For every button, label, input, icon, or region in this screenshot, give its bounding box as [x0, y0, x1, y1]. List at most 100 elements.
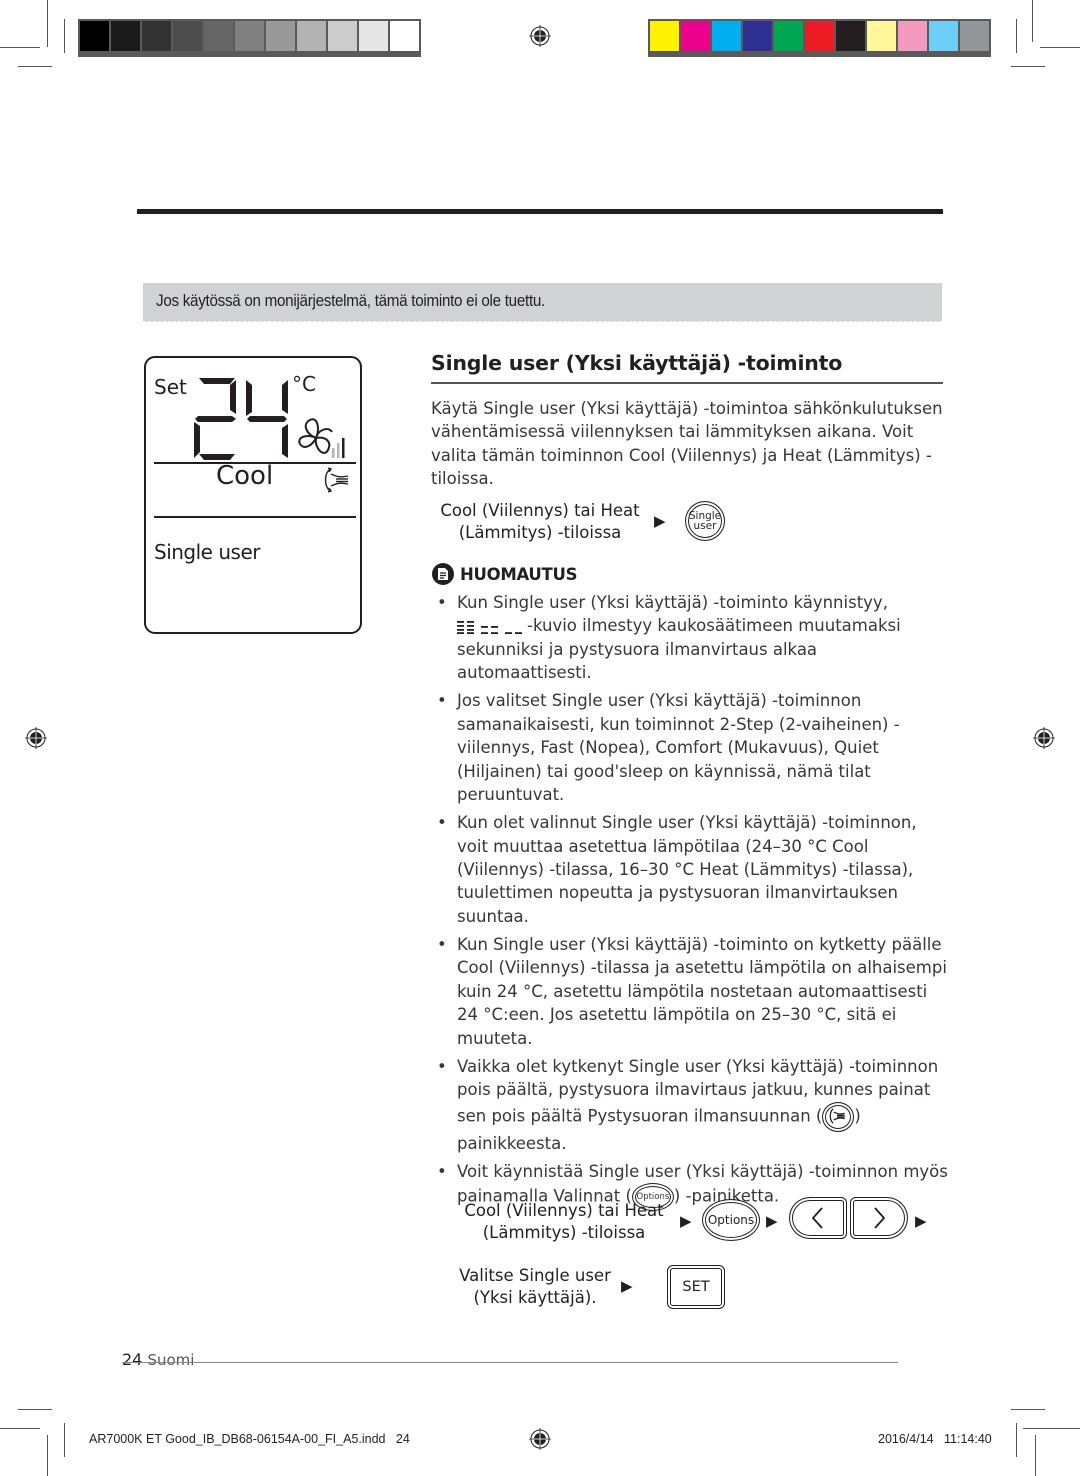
left-arrow-button[interactable] — [789, 1197, 847, 1239]
crop-mark — [18, 66, 52, 67]
set-button[interactable]: SET — [667, 1265, 725, 1309]
single-user-button[interactable]: Single user — [685, 501, 725, 541]
step-3-instruction: Valitse Single user (Yksi käyttäjä). — [440, 1265, 630, 1309]
step-2-line-1: Cool (Viilennys) tai Heat — [464, 1201, 664, 1220]
crop-mark — [1011, 66, 1045, 67]
vertical-airflow-icon — [829, 1108, 846, 1124]
grayscale-swatch — [235, 21, 264, 51]
note-item: Kun Single user (Yksi käyttäjä) -toimint… — [431, 933, 951, 1050]
chevron-right-icon — [874, 1207, 886, 1229]
options-button-label: Options — [707, 1213, 755, 1227]
crop-mark — [1011, 1409, 1045, 1410]
step-2-line-2: (Lämmitys) -tiloissa — [482, 1223, 646, 1242]
lcd-temperature-digits: 24 — [194, 378, 288, 460]
step-1-instruction: Cool (Viilennys) tai Heat (Lämmitys) -ti… — [436, 500, 644, 544]
vertical-airflow-button[interactable] — [822, 1101, 855, 1132]
arrow-right-icon: ▶ — [654, 512, 666, 530]
grayscale-swatch — [359, 21, 388, 51]
color-swatch — [774, 21, 803, 51]
color-swatch — [929, 21, 958, 51]
lcd-function-label: Single user — [154, 540, 260, 564]
crop-mark — [47, 0, 48, 47]
title-underline — [431, 382, 943, 384]
chevron-left-icon — [811, 1207, 823, 1229]
step-3-line-1: Valitse Single user — [459, 1266, 611, 1285]
color-swatch — [960, 21, 989, 51]
footer-rule — [122, 1362, 898, 1363]
crop-mark — [1016, 19, 1017, 53]
arrow-right-icon: ▶ — [766, 1212, 778, 1230]
note-heading: HUOMAUTUS — [432, 563, 577, 585]
set-button-label: SET — [682, 1279, 710, 1295]
remote-lcd-display: Set 24 °C Cool — [144, 356, 362, 634]
color-swatch — [867, 21, 896, 51]
single-user-button-line-2: user — [693, 520, 717, 532]
note-document-icon — [432, 563, 454, 585]
arrow-right-icon: ▶ — [915, 1212, 927, 1230]
grayscale-swatch — [80, 21, 109, 51]
registration-mark-icon — [25, 727, 47, 749]
intro-paragraph: Käytä Single user (Yksi käyttäjä) -toimi… — [431, 399, 943, 489]
crop-mark — [0, 1428, 40, 1429]
page-footer: 24 Suomi — [122, 1350, 194, 1369]
file-slug: AR7000K ET Good_IB_DB68-06154A-00_FI_A5.… — [89, 1432, 410, 1446]
note-heading-label: HUOMAUTUS — [460, 564, 578, 584]
color-swatch — [743, 21, 772, 51]
grayscale-swatch — [173, 21, 202, 51]
step-2-instruction: Cool (Viilennys) tai Heat (Lämmitys) -ti… — [460, 1200, 668, 1244]
lcd-mode-label: Cool — [216, 461, 274, 491]
note-item: Vaikka olet kytkenyt Single user (Yksi k… — [431, 1055, 951, 1155]
step-1-line-1: Cool (Viilennys) tai Heat — [440, 501, 640, 520]
airflow-pattern-icon — [457, 620, 522, 634]
crop-mark — [1016, 1423, 1017, 1457]
arrow-right-icon: ▶ — [621, 1277, 633, 1295]
color-swatch — [898, 21, 927, 51]
grayscale-swatch — [142, 21, 171, 51]
page-number: 24 — [122, 1350, 143, 1369]
right-arrow-button[interactable] — [850, 1197, 908, 1239]
registration-mark-icon — [529, 25, 551, 47]
crop-mark — [1040, 47, 1080, 48]
arrow-right-icon: ▶ — [680, 1212, 692, 1230]
grayscale-swatch — [328, 21, 357, 51]
notice-text: Jos käytössä on monijärjestelmä, tämä to… — [156, 292, 546, 310]
note-item: Kun olet valinnut Single user (Yksi käyt… — [431, 811, 951, 928]
note-text: Kun Single user (Yksi käyttäjä) -toimint… — [457, 593, 888, 612]
language-label: Suomi — [147, 1351, 195, 1369]
section-title: Single user (Yksi käyttäjä) -toiminto — [431, 351, 843, 375]
grayscale-swatch — [111, 21, 140, 51]
step-3-line-2: (Yksi käyttäjä). — [473, 1288, 597, 1307]
note-list: Kun Single user (Yksi käyttäjä) -toimint… — [431, 591, 951, 1216]
grayscale-swatch — [297, 21, 326, 51]
crop-mark — [1032, 0, 1033, 42]
note-item: Jos valitset Single user (Yksi käyttäjä)… — [431, 689, 951, 806]
vertical-airflow-icon — [324, 467, 349, 493]
crop-mark — [0, 47, 40, 48]
lcd-set-label: Set — [154, 375, 187, 399]
crop-mark — [47, 1435, 48, 1476]
color-swatch — [650, 21, 679, 51]
color-swatch — [712, 21, 741, 51]
notice-banner: Jos käytössä on monijärjestelmä, tämä to… — [143, 283, 942, 322]
options-button[interactable]: Options — [702, 1199, 760, 1241]
grayscale-swatch — [204, 21, 233, 51]
note-item: Kun Single user (Yksi käyttäjä) -toimint… — [431, 591, 951, 685]
fan-icon — [298, 418, 345, 458]
chapter-rule — [137, 209, 943, 214]
step-1-line-2: (Lämmitys) -tiloissa — [458, 523, 622, 542]
lcd-unit-label: °C — [292, 372, 316, 396]
print-timestamp: 2016/4/14 11:14:40 — [878, 1432, 992, 1446]
registration-mark-icon — [1033, 727, 1055, 749]
color-swatch — [805, 21, 834, 51]
process-color-bar — [648, 19, 991, 57]
crop-mark — [64, 1423, 65, 1457]
crop-mark — [1035, 1435, 1036, 1476]
color-swatch — [681, 21, 710, 51]
crop-mark — [18, 1409, 52, 1410]
crop-mark — [64, 19, 65, 53]
grayscale-swatch — [390, 21, 419, 51]
registration-mark-icon — [529, 1428, 551, 1450]
grayscale-color-bar — [78, 19, 421, 57]
color-swatch — [836, 21, 865, 51]
note-text: Vaikka olet kytkenyt Single user (Yksi k… — [457, 1056, 939, 1126]
